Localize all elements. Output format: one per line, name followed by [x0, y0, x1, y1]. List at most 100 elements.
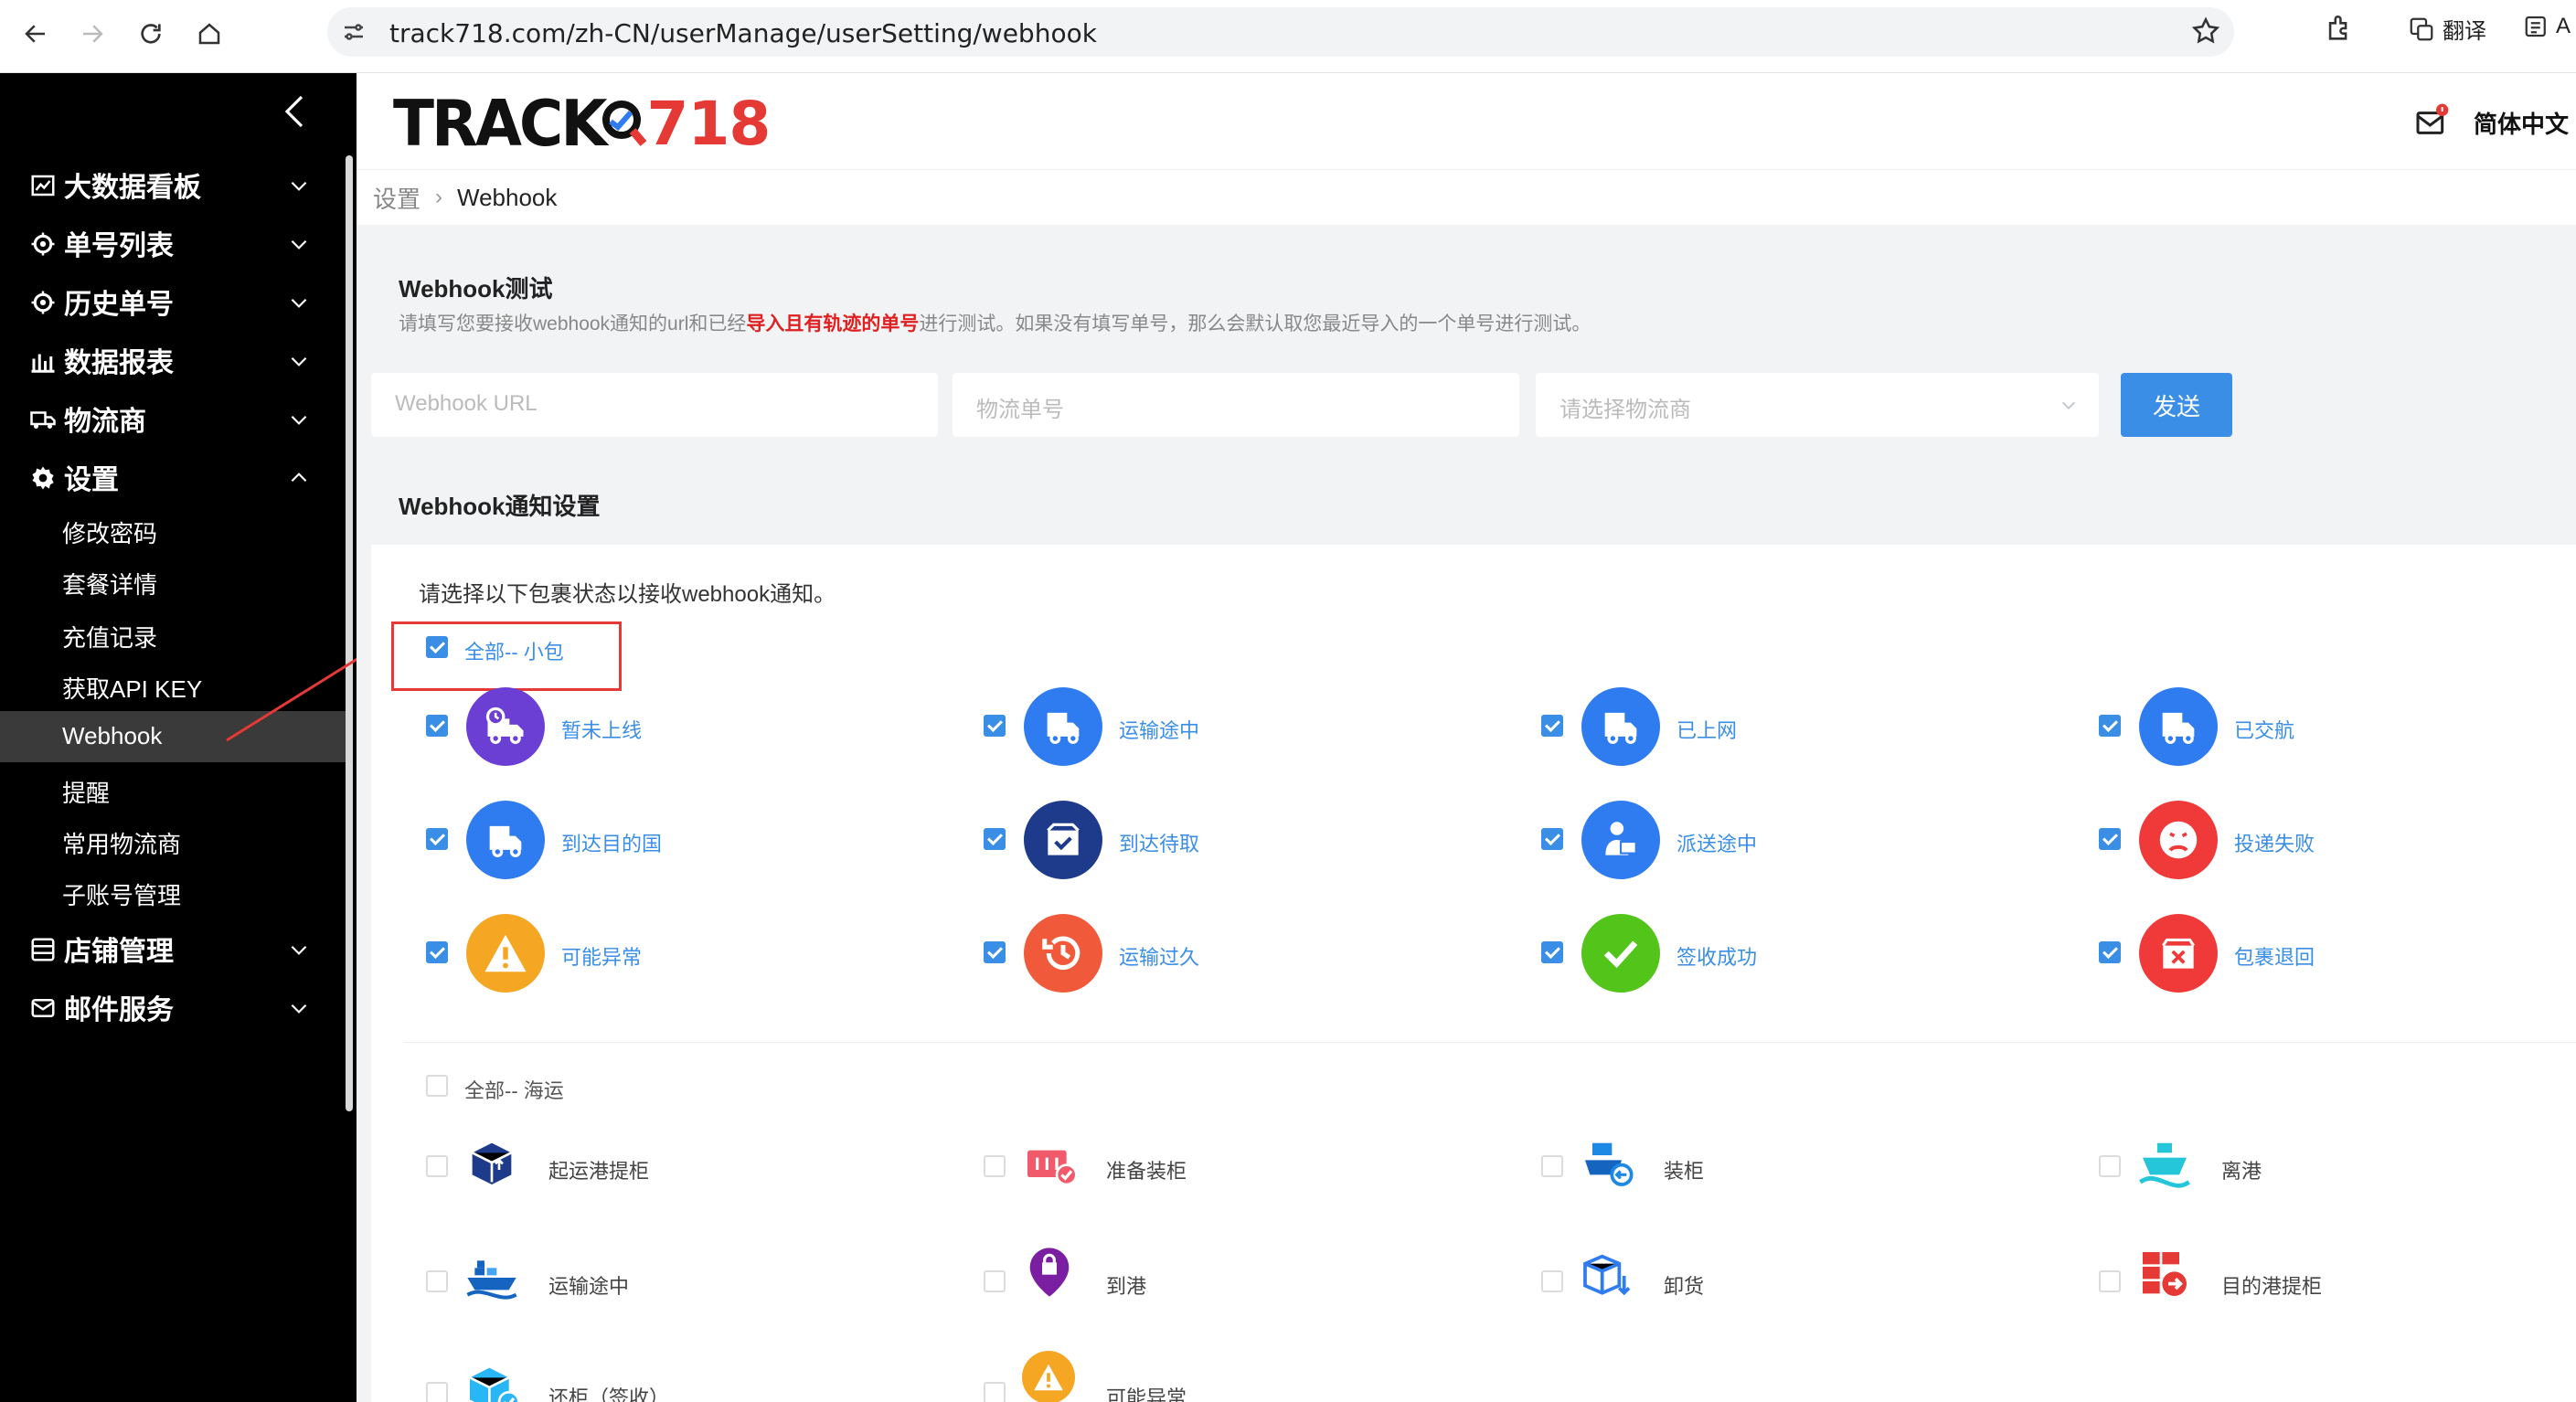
status-checkbox[interactable]	[426, 715, 448, 737]
status-label[interactable]: 还柜（签收）	[548, 1382, 669, 1402]
status-label[interactable]: 已上网	[1677, 715, 1737, 744]
status-checkbox[interactable]	[984, 828, 1006, 850]
status-checkbox[interactable]	[984, 941, 1006, 963]
carrier-select[interactable]: 请选择物流商	[1536, 373, 2099, 437]
status-checkbox[interactable]	[426, 1155, 448, 1177]
status-label[interactable]: 投递失败	[2234, 828, 2315, 857]
status-label[interactable]: 离港	[2221, 1155, 2262, 1184]
status-label[interactable]: 运输过久	[1119, 941, 1199, 971]
url-text[interactable]: track718.com/zh-CN/userManage/userSettin…	[389, 18, 1097, 48]
port-arrival-icon	[1029, 1248, 1070, 1297]
status-label[interactable]: 包裹退回	[2234, 941, 2315, 971]
collapse-sidebar-icon[interactable]	[274, 90, 318, 133]
sidebar-item-reports[interactable]: 数据报表	[0, 335, 338, 386]
status-checkbox[interactable]	[1541, 715, 1563, 737]
status-label[interactable]: 签收成功	[1677, 941, 1757, 971]
status-checkbox[interactable]	[2099, 1155, 2121, 1177]
parcel-all-label[interactable]: 全部-- 小包	[464, 636, 564, 665]
parcel-all-checkbox[interactable]	[426, 636, 448, 658]
webhook-url-input[interactable]: Webhook URL	[371, 373, 938, 437]
status-checkbox[interactable]	[426, 1270, 448, 1292]
sidebar-item-history[interactable]: 历史单号	[0, 276, 338, 327]
status-label[interactable]: 到达待取	[1119, 828, 1199, 857]
status-label[interactable]: 派送途中	[1677, 828, 1757, 857]
status-label[interactable]: 装柜	[1664, 1155, 1704, 1184]
breadcrumb-settings-link[interactable]: 设置	[373, 181, 420, 215]
home-button[interactable]	[188, 13, 230, 55]
sea-all-checkbox[interactable]	[426, 1075, 448, 1097]
history-icon	[1024, 914, 1102, 993]
site-settings-icon[interactable]	[340, 18, 367, 46]
chevron-down-icon	[291, 945, 307, 955]
status-checkbox[interactable]	[984, 1270, 1006, 1292]
sidebar-item-label: 单号列表	[64, 231, 174, 261]
sidebar-scrollbar[interactable]	[346, 155, 353, 1111]
track718-logo[interactable]: TRACK 718	[393, 87, 771, 161]
notifications-button[interactable]	[2413, 102, 2450, 143]
send-button[interactable]: 发送	[2121, 373, 2232, 437]
status-label[interactable]: 到港	[1106, 1270, 1146, 1300]
truck-icon	[466, 801, 545, 879]
sidebar-subitem-reminders[interactable]: 提醒	[0, 764, 346, 815]
status-label[interactable]: 运输途中	[1119, 715, 1199, 744]
sidebar-subitem-plan-details[interactable]: 套餐详情	[0, 556, 346, 607]
sidebar-item-email-service[interactable]: 邮件服务	[0, 982, 338, 1033]
reader-button[interactable]: A	[2523, 13, 2571, 40]
sidebar-item-dashboard[interactable]: 大数据看板	[0, 159, 338, 210]
chevron-down-icon	[291, 298, 307, 308]
chevron-down-icon	[291, 415, 307, 425]
sidebar-subitem-sub-accounts[interactable]: 子账号管理	[0, 866, 346, 918]
status-label[interactable]: 准备装柜	[1106, 1155, 1187, 1184]
chevron-down-icon	[291, 356, 307, 366]
status-checkbox[interactable]	[2099, 941, 2121, 963]
status-checkbox[interactable]	[2099, 715, 2121, 737]
tracking-number-input[interactable]: 物流单号	[953, 373, 1519, 437]
sidebar-item-store-management[interactable]: 店铺管理	[0, 923, 338, 974]
status-label[interactable]: 卸货	[1664, 1270, 1704, 1300]
bookmark-star-icon[interactable]	[2190, 16, 2221, 47]
store-icon	[31, 938, 55, 961]
language-selector[interactable]: 简体中文	[2474, 106, 2569, 140]
status-label[interactable]: 可能异常	[561, 941, 642, 971]
sidebar-subitem-frequent-carriers[interactable]: 常用物流商	[0, 815, 346, 866]
status-checkbox[interactable]	[1541, 1270, 1563, 1292]
box-check-icon	[1024, 801, 1102, 879]
back-button[interactable]	[15, 13, 57, 55]
forward-button[interactable]	[71, 13, 113, 55]
status-checkbox[interactable]	[426, 941, 448, 963]
extensions-icon[interactable]	[2324, 13, 2355, 44]
status-checkbox[interactable]	[984, 1155, 1006, 1177]
status-checkbox[interactable]	[984, 715, 1006, 737]
status-label[interactable]: 起运港提柜	[548, 1155, 649, 1184]
sidebar-item-settings[interactable]: 设置	[0, 451, 338, 503]
status-checkbox[interactable]	[984, 1382, 1006, 1402]
status-checkbox[interactable]	[2099, 1270, 2121, 1292]
sidebar-subitem-label: 获取API KEY	[62, 675, 203, 703]
sidebar-subitem-change-password[interactable]: 修改密码	[0, 505, 346, 556]
status-checkbox[interactable]	[1541, 828, 1563, 850]
status-checkbox[interactable]	[1541, 941, 1563, 963]
address-bar[interactable]: track718.com/zh-CN/userManage/userSettin…	[327, 7, 2234, 57]
carrier-select-placeholder: 请选择物流商	[1559, 398, 1691, 422]
status-checkbox[interactable]	[1541, 1155, 1563, 1177]
warning-icon	[466, 914, 545, 993]
status-label[interactable]: 可能异常	[1106, 1382, 1187, 1402]
status-label[interactable]: 运输途中	[548, 1270, 629, 1300]
status-label[interactable]: 到达目的国	[561, 828, 662, 857]
reload-button[interactable]	[130, 13, 172, 55]
status-label[interactable]: 已交航	[2234, 715, 2294, 744]
status-checkbox[interactable]	[2099, 828, 2121, 850]
sidebar-item-carriers[interactable]: 物流商	[0, 393, 338, 444]
status-label[interactable]: 目的港提柜	[2221, 1270, 2322, 1300]
translate-button[interactable]: 翻译	[2408, 13, 2486, 45]
status-checkbox[interactable]	[426, 1382, 448, 1402]
status-label[interactable]: 暂未上线	[561, 715, 642, 744]
sidebar-item-label: 物流商	[64, 407, 146, 437]
desc-text: 进行测试。如果没有填写单号，那么会默认取您最近导入的一个单号进行测试。	[919, 313, 1591, 335]
bar-chart-icon	[31, 354, 55, 373]
status-checkbox[interactable]	[426, 828, 448, 850]
sidebar-subitem-label: 套餐详情	[62, 571, 158, 599]
sea-all-label[interactable]: 全部-- 海运	[464, 1075, 564, 1104]
browser-toolbar: track718.com/zh-CN/userManage/userSettin…	[0, 0, 2576, 73]
sidebar-item-tracking-list[interactable]: 单号列表	[0, 218, 338, 269]
